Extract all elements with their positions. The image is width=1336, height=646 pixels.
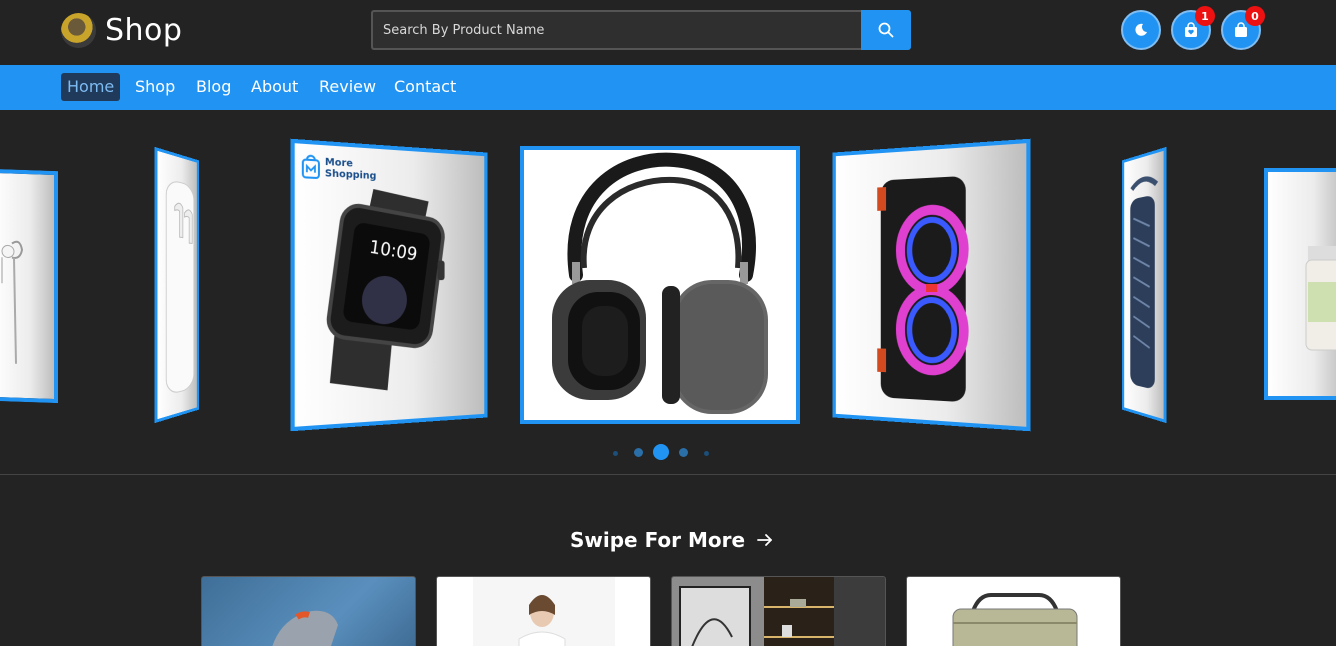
avatar (61, 13, 96, 48)
shopping-bag-heart-icon (1185, 22, 1197, 37)
wishlist-count-badge: 1 (1195, 6, 1215, 26)
nav-item-shop[interactable]: Shop (129, 73, 181, 101)
nav-item-about[interactable]: About (245, 73, 304, 101)
product-card-interior[interactable] (671, 576, 886, 646)
logo[interactable]: Shop (61, 13, 182, 48)
carousel-dot[interactable] (679, 448, 688, 457)
header: Shop 1 0 (0, 0, 1336, 65)
main-nav: Home Shop Blog About Review Contact (0, 65, 1336, 110)
swipe-for-more-heading: Swipe For More (570, 528, 775, 552)
carousel-slide-jar[interactable] (1264, 168, 1336, 400)
swipe-for-more-label: Swipe For More (570, 528, 746, 552)
product-card-tshirt[interactable] (436, 576, 651, 646)
carousel-dot[interactable] (634, 448, 643, 457)
carousel-slide-smartwatch[interactable]: More Shopping 10:09 (290, 138, 488, 432)
carousel-dot-active[interactable] (653, 444, 669, 460)
smartwatch-image: 10:09 (295, 188, 481, 394)
carousel-slide-speaker[interactable] (832, 138, 1031, 432)
nav-item-contact[interactable]: Contact (388, 73, 462, 101)
carousel-dot[interactable] (613, 451, 618, 456)
arrow-right-icon[interactable] (755, 530, 775, 550)
moon-icon (1135, 23, 1147, 36)
search-button[interactable] (861, 10, 911, 50)
shopping-bag-icon (1235, 22, 1247, 37)
carousel-dot[interactable] (704, 451, 709, 456)
headphones-image (552, 152, 768, 414)
carousel-slide-portable-speaker[interactable] (1121, 146, 1167, 424)
carousel-slide-airpods[interactable] (154, 146, 200, 424)
model-tshirt-image (473, 577, 615, 646)
product-carousel[interactable]: More Shopping 10:09 (0, 110, 1336, 475)
nav-item-review[interactable]: Review (313, 73, 382, 101)
nav-item-home[interactable]: Home (61, 73, 121, 101)
logo-text: Shop (105, 13, 183, 48)
theme-toggle-button[interactable] (1121, 10, 1161, 50)
interior-shelf-image (672, 577, 885, 646)
cart-button[interactable]: 0 (1221, 6, 1265, 50)
carousel-slide-earphones[interactable] (0, 169, 58, 403)
product-card-bag[interactable] (906, 576, 1121, 646)
shoe-image (272, 610, 338, 646)
search-input[interactable] (371, 10, 861, 50)
earphones-image (0, 173, 54, 395)
product-card-shoe[interactable] (201, 576, 416, 646)
airpods-image (157, 151, 198, 413)
nav-item-blog[interactable]: Blog (190, 73, 237, 101)
search-bar (371, 10, 911, 50)
portable-speaker-image (1124, 150, 1165, 390)
cart-count-badge: 0 (1245, 6, 1265, 26)
search-icon (878, 22, 894, 38)
bag-image (952, 593, 1078, 646)
wishlist-button[interactable]: 1 (1171, 6, 1215, 50)
jar-image (1305, 246, 1336, 351)
party-speaker-image (877, 175, 1027, 403)
carousel-slide-headphones[interactable] (520, 146, 800, 424)
